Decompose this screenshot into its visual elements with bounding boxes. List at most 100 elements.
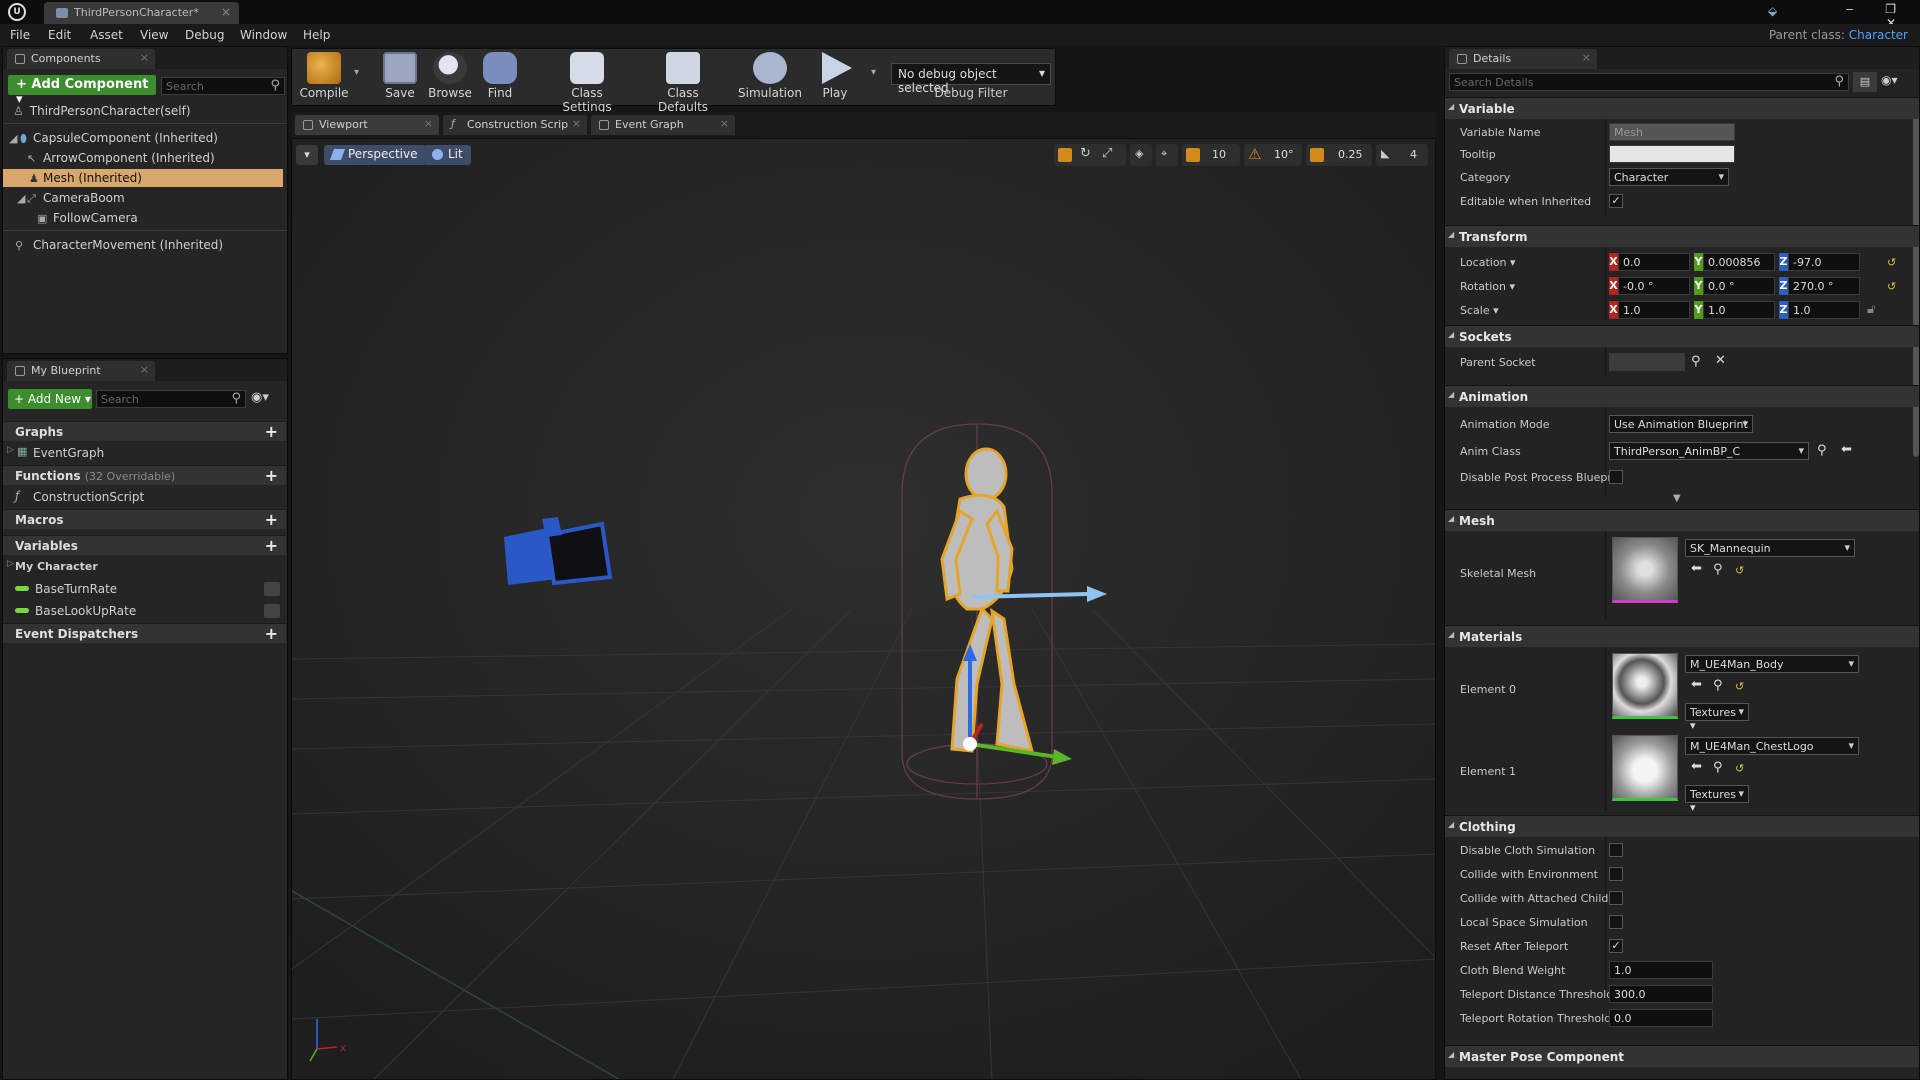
variable-name-field[interactable]: Mesh (1609, 123, 1735, 141)
self-node[interactable]: ♙ ThirdPersonCharacter(self) (13, 104, 191, 118)
variable-category-my-character[interactable]: ▷ My Character (3, 557, 286, 577)
element-1-thumbnail[interactable] (1612, 735, 1678, 801)
close-tab-icon[interactable]: × (221, 5, 231, 19)
cloth-blend-weight-field[interactable]: 1.0 (1609, 961, 1713, 979)
tab-components[interactable]: Components × (7, 49, 155, 69)
variable-baselookuprate[interactable]: BaseLookUpRate (3, 601, 286, 621)
section-materials[interactable]: Materials (1445, 625, 1919, 647)
use-selected-arrow-icon[interactable]: ⬅ (1691, 759, 1702, 774)
play-options-chevron-icon[interactable]: ▾ (871, 67, 876, 78)
rotation-snap-group[interactable]: ⚠ 10° (1244, 144, 1302, 166)
menu-debug[interactable]: Debug (185, 28, 224, 42)
disable-cloth-checkbox[interactable] (1609, 843, 1623, 857)
section-variables[interactable]: Variables + (3, 535, 286, 555)
tree-item-mesh[interactable]: ♟ Mesh (Inherited) (3, 169, 283, 187)
visibility-toggle-icon[interactable] (264, 582, 280, 596)
class-settings-button[interactable]: Class Settings (546, 52, 628, 114)
location-z-field[interactable]: -97.0 (1788, 253, 1860, 271)
menu-edit[interactable]: Edit (48, 28, 71, 42)
compile-button[interactable]: Compile (298, 52, 350, 104)
teleport-rotation-field[interactable]: 0.0 (1609, 1009, 1713, 1027)
translate-mode-icon[interactable] (1058, 148, 1072, 162)
location-x-field[interactable]: 0.0 (1618, 253, 1690, 271)
document-tab[interactable]: ThirdPersonCharacter* × (44, 2, 239, 24)
list-item-eventgraph[interactable]: ▷ ▦ EventGraph (3, 443, 286, 463)
reset-to-default-icon[interactable]: ↺ (1735, 680, 1744, 693)
debug-object-select[interactable]: No debug object selected ▾ (891, 63, 1051, 95)
tab-viewport[interactable]: Viewport × (295, 115, 439, 135)
use-selected-arrow-icon[interactable]: ⬅ (1691, 677, 1702, 692)
reset-to-default-icon[interactable]: ↺ (1887, 256, 1896, 269)
section-mesh[interactable]: Mesh (1445, 509, 1919, 531)
add-graph-icon[interactable]: + (265, 422, 278, 441)
element-0-textures-combo[interactable]: Textures ▾ (1685, 703, 1749, 732)
save-button[interactable]: Save (378, 52, 422, 104)
menu-asset[interactable]: Asset (90, 28, 123, 42)
perspective-button[interactable]: Perspective (324, 145, 426, 165)
collide-environment-checkbox[interactable] (1609, 867, 1623, 881)
element-1-combo[interactable]: M_UE4Man_ChestLogo (1685, 737, 1859, 755)
variable-baseturnrate[interactable]: BaseTurnRate (3, 579, 286, 599)
rotation-z-field[interactable]: 270.0 ° (1788, 277, 1860, 295)
simulation-button[interactable]: Simulation (738, 52, 802, 104)
menu-view[interactable]: View (140, 28, 168, 42)
add-macro-icon[interactable]: + (265, 510, 278, 529)
browse-material-icon[interactable]: ⚲ (1713, 678, 1723, 693)
close-icon[interactable]: × (140, 363, 149, 376)
section-macros[interactable]: Macros + (3, 509, 286, 529)
element-1-textures-combo[interactable]: Textures ▾ (1685, 785, 1749, 814)
menu-help[interactable]: Help (303, 28, 330, 42)
compile-options-chevron-icon[interactable]: ▾ (354, 67, 359, 78)
rotation-y-field[interactable]: 0.0 ° (1703, 277, 1775, 295)
tree-item-capsule[interactable]: ◢ ⬮ CapsuleComponent (Inherited) (3, 129, 283, 147)
parent-socket-field[interactable] (1609, 353, 1685, 371)
find-button[interactable]: Find (478, 52, 522, 104)
scale-x-field[interactable]: 1.0 (1618, 301, 1690, 319)
gizmo-origin[interactable] (963, 737, 977, 751)
visibility-toggle-icon[interactable] (264, 604, 280, 618)
reset-to-default-icon[interactable]: ↺ (1735, 564, 1744, 577)
section-functions[interactable]: Functions (32 Overridable) + (3, 465, 286, 485)
tab-construction-script[interactable]: ƒ Construction Scrip × (443, 115, 587, 135)
rotate-mode-icon[interactable]: ↻ (1080, 146, 1091, 161)
section-transform[interactable]: Transform (1445, 225, 1919, 247)
add-dispatcher-icon[interactable]: + (265, 624, 278, 643)
tooltip-field[interactable] (1609, 145, 1735, 163)
tab-details[interactable]: Details × (1449, 49, 1597, 69)
menu-window[interactable]: Window (240, 28, 287, 42)
tree-item-arrow[interactable]: ↖ ArrowComponent (Inherited) (3, 149, 283, 167)
tab-event-graph[interactable]: Event Graph × (591, 115, 735, 135)
lock-scale-icon[interactable]: 🔓︎ (1867, 302, 1875, 317)
section-graphs[interactable]: Graphs + (3, 421, 286, 441)
add-component-button[interactable]: + Add Component ▾ (8, 75, 156, 107)
location-y-field[interactable]: 0.000856 (1703, 253, 1775, 271)
section-event-dispatchers[interactable]: Event Dispatchers + (3, 623, 286, 643)
menu-file[interactable]: File (10, 28, 30, 42)
list-item-constructionscript[interactable]: ƒ ConstructionScript (3, 487, 286, 507)
editable-checkbox[interactable]: ✓ (1609, 194, 1623, 208)
add-variable-icon[interactable]: + (265, 536, 278, 555)
browse-material-icon[interactable]: ⚲ (1713, 760, 1723, 775)
element-0-thumbnail[interactable] (1612, 653, 1678, 719)
add-function-icon[interactable]: + (265, 466, 278, 485)
tree-item-cameraboom[interactable]: ◢ ⤢ CameraBoom (3, 189, 283, 207)
class-defaults-button[interactable]: Class Defaults (642, 52, 724, 114)
view-options-eye-icon[interactable]: ◉▾ (251, 390, 269, 405)
tab-my-blueprint[interactable]: My Blueprint × (7, 361, 155, 381)
scale-z-field[interactable]: 1.0 (1788, 301, 1860, 319)
reset-to-default-icon[interactable]: ↺ (1735, 762, 1744, 775)
use-selected-arrow-icon[interactable]: ⬅ (1691, 561, 1702, 576)
tree-item-followcamera[interactable]: ▣ FollowCamera (3, 209, 283, 227)
advanced-expand-chevron-icon[interactable]: ▼ (1673, 493, 1681, 504)
browse-mesh-icon[interactable]: ⚲ (1713, 562, 1723, 577)
scale-snap-group[interactable]: 0.25 (1306, 144, 1372, 166)
lit-button[interactable]: Lit (424, 145, 471, 165)
grid-snap-group[interactable]: 10 (1182, 144, 1240, 166)
reset-after-teleport-checkbox[interactable]: ✓ (1609, 939, 1623, 953)
section-animation[interactable]: Animation (1445, 385, 1919, 407)
viewport[interactable]: x ▾ Perspective Lit ↻ ⤢ ◈ ⌖ 10 ⚠ 10° 0.2… (291, 138, 1436, 1080)
teleport-distance-field[interactable]: 300.0 (1609, 985, 1713, 1003)
property-matrix-icon[interactable]: ▤ (1853, 72, 1877, 92)
browse-button[interactable]: Browse (426, 52, 474, 104)
collide-attached-checkbox[interactable] (1609, 891, 1623, 905)
